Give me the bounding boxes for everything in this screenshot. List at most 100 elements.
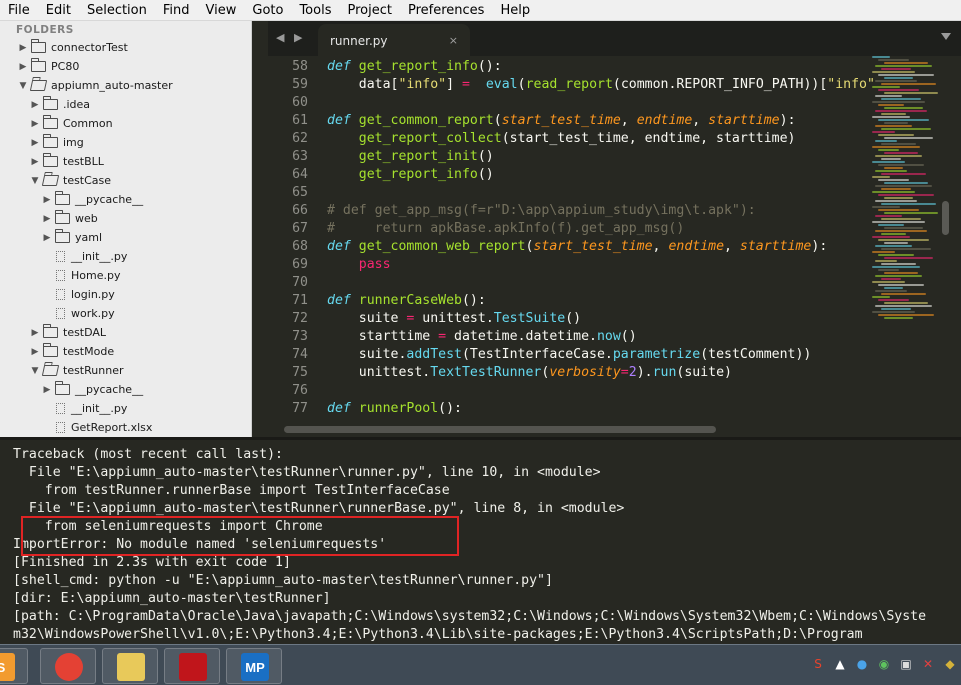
- tree-folder[interactable]: ▶ connectorTest: [17, 38, 128, 57]
- code-line: suite.addTest(TestInterfaceCase.parametr…: [327, 346, 812, 364]
- tree-folder[interactable]: ▼ testCase: [29, 171, 112, 190]
- close-icon[interactable]: ×: [449, 34, 458, 47]
- tree-folder[interactable]: ▶ __pycache__: [41, 380, 143, 399]
- disclosure-open-icon[interactable]: ▼: [29, 176, 41, 186]
- file-explorer-app-icon: [117, 653, 145, 681]
- disclosure-closed-icon[interactable]: ▶: [17, 43, 29, 53]
- tree-file[interactable]: __init__.py: [41, 247, 127, 266]
- wechat-icon[interactable]: ◉: [877, 657, 891, 671]
- tree-folder[interactable]: ▶ PC80: [17, 57, 79, 76]
- minimap-line: [884, 122, 908, 124]
- vertical-scrollbar[interactable]: [940, 56, 951, 437]
- tree-folder[interactable]: ▶ testBLL: [29, 152, 104, 171]
- minimap-line: [878, 179, 909, 181]
- file-icon: [56, 403, 65, 414]
- tab-runner-py[interactable]: runner.py ×: [318, 24, 470, 56]
- disclosure-closed-icon[interactable]: ▶: [29, 119, 41, 129]
- menu-project[interactable]: Project: [339, 0, 399, 21]
- taskbar-button[interactable]: [164, 648, 220, 684]
- menu-view[interactable]: View: [198, 0, 245, 21]
- code-line: def runnerPool():: [327, 400, 462, 418]
- scroll-thumb[interactable]: [942, 201, 949, 235]
- code-token: pass: [358, 257, 391, 272]
- disclosure-closed-icon[interactable]: ▶: [41, 195, 53, 205]
- tab-nav-arrows-icon[interactable]: ◀ ▶: [276, 31, 305, 44]
- tree-folder[interactable]: ▶ web: [41, 209, 98, 228]
- minimap-line: [881, 293, 926, 295]
- sogou-input-icon[interactable]: S: [811, 657, 825, 671]
- tree-folder[interactable]: ▼ appiumn_auto-master: [17, 76, 173, 95]
- disclosure-closed-icon[interactable]: ▶: [29, 347, 41, 357]
- disclosure-closed-icon[interactable]: ▶: [29, 138, 41, 148]
- code-token: get_common_web_report: [358, 239, 526, 254]
- line-number: 69: [292, 257, 308, 272]
- tree-item-label: Common: [63, 117, 113, 130]
- menu-goto[interactable]: Goto: [244, 0, 291, 21]
- disclosure-closed-icon[interactable]: ▶: [29, 157, 41, 167]
- line-number: 77: [292, 401, 308, 416]
- taskbar-button[interactable]: MP: [226, 648, 282, 684]
- tree-item-label: appiumn_auto-master: [51, 79, 173, 92]
- tree-file[interactable]: __init__.py: [41, 399, 127, 418]
- tree-folder[interactable]: ▶ testMode: [29, 342, 114, 361]
- disclosure-closed-icon[interactable]: ▶: [41, 214, 53, 224]
- disclosure-closed-icon[interactable]: ▶: [29, 100, 41, 110]
- tree-folder[interactable]: ▶ img: [29, 133, 84, 152]
- disclosure-closed-icon[interactable]: ▶: [17, 62, 29, 72]
- tree-item-label: __pycache__: [75, 193, 144, 206]
- file-icon: [56, 251, 65, 262]
- code-token: =: [462, 77, 470, 92]
- tree-item-label: testCase: [63, 174, 112, 187]
- code-token: verbosity: [549, 365, 621, 380]
- disclosure-closed-icon[interactable]: ▶: [41, 385, 53, 395]
- folder-icon: [31, 39, 46, 53]
- minimap-line: [881, 173, 926, 175]
- menu-edit[interactable]: Edit: [38, 0, 79, 21]
- taskbar-button[interactable]: S: [0, 648, 28, 684]
- qq-icon[interactable]: ●: [855, 657, 869, 671]
- chevron-up-icon[interactable]: ▲: [833, 657, 847, 671]
- network-icon[interactable]: ▣: [899, 657, 913, 671]
- menu-find[interactable]: Find: [155, 0, 198, 21]
- tree-folder[interactable]: ▶ .idea: [29, 95, 90, 114]
- tree-folder[interactable]: ▶ testDAL: [29, 323, 106, 342]
- menu-preferences[interactable]: Preferences: [400, 0, 492, 21]
- disclosure-open-icon[interactable]: ▼: [29, 366, 41, 376]
- tree-file[interactable]: Home.py: [41, 266, 120, 285]
- taskbar-button[interactable]: [40, 648, 96, 684]
- minimap-line: [875, 110, 927, 112]
- code-token: runnerCaseWeb: [358, 293, 462, 308]
- file-icon: [56, 270, 65, 281]
- tree-file[interactable]: work.py: [41, 304, 115, 323]
- code-editor[interactable]: 58 59 60 61 62 63 64 65 66 67 68 69 70 71 72 73 74 75 76 77…: [268, 56, 961, 437]
- tree-item-label: __init__.py: [71, 402, 128, 415]
- security-icon[interactable]: ◆: [943, 657, 957, 671]
- volume-muted-icon[interactable]: ✕: [921, 657, 935, 671]
- taskbar-button[interactable]: [102, 648, 158, 684]
- minimap-line: [878, 119, 929, 121]
- menu-tools[interactable]: Tools: [291, 0, 339, 21]
- minimap[interactable]: [872, 56, 938, 326]
- code-token: runnerPool: [358, 401, 439, 416]
- code-token: run: [652, 365, 677, 380]
- code-line: data["info"] = eval(read_report(common.R…: [327, 76, 875, 94]
- code-token: # def get_app_msg(f=r"D:\app\appium_stud…: [327, 203, 756, 218]
- code-token: starttime: [739, 239, 812, 254]
- minimap-line: [872, 281, 905, 283]
- tab-dropdown-icon[interactable]: [941, 33, 951, 40]
- menu-help[interactable]: Help: [492, 0, 538, 21]
- tree-folder[interactable]: ▶ yaml: [41, 228, 102, 247]
- disclosure-closed-icon[interactable]: ▶: [29, 328, 41, 338]
- code-token: suite: [327, 311, 407, 326]
- menu-selection[interactable]: Selection: [79, 0, 155, 21]
- tree-folder[interactable]: ▶ __pycache__: [41, 190, 143, 209]
- disclosure-open-icon[interactable]: ▼: [17, 81, 29, 91]
- tree-folder[interactable]: ▼ testRunner: [29, 361, 124, 380]
- horizontal-scrollbar[interactable]: [284, 426, 716, 433]
- folder-open-icon: [29, 80, 48, 91]
- tree-folder[interactable]: ▶ Common: [29, 114, 113, 133]
- tree-file[interactable]: GetReport.xlsx: [41, 418, 152, 437]
- menu-file[interactable]: File: [0, 0, 38, 21]
- disclosure-closed-icon[interactable]: ▶: [41, 233, 53, 243]
- tree-file[interactable]: login.py: [41, 285, 115, 304]
